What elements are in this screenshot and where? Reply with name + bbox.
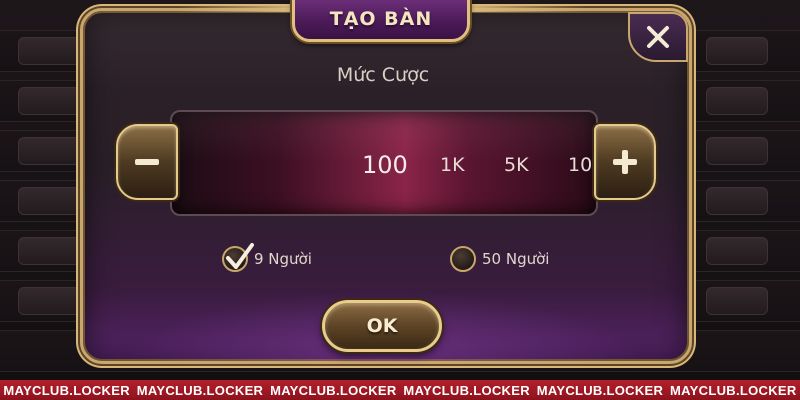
- background-chip: [18, 287, 80, 315]
- background-chip: [706, 237, 768, 265]
- player-option-label: 50 Người: [482, 250, 550, 268]
- title-wing-left: [178, 6, 298, 12]
- watermark-text: MAYCLUB.LOCKER: [3, 382, 130, 398]
- watermark-text: MAYCLUB.LOCKER: [403, 382, 530, 398]
- minus-icon: [135, 159, 159, 165]
- background-chip: [706, 137, 768, 165]
- background-chip: [706, 287, 768, 315]
- background-chip: [18, 137, 80, 165]
- title-wing-right: [466, 6, 586, 12]
- decrease-bet-button[interactable]: [116, 124, 178, 200]
- dialog-title-plaque: TẠO BÀN: [292, 0, 470, 42]
- background-chip: [18, 87, 80, 115]
- background-chip: [706, 87, 768, 115]
- background-chip: [18, 187, 80, 215]
- player-option-50[interactable]: 50 Người: [450, 244, 549, 274]
- player-option-label: 9 Người: [254, 250, 312, 268]
- bet-option[interactable]: 5K: [504, 112, 529, 214]
- background-chip: [706, 37, 768, 65]
- dialog-title: TẠO BÀN: [329, 8, 433, 30]
- close-icon: [647, 26, 669, 48]
- background-chip: [18, 237, 80, 265]
- radio-button-checked[interactable]: [222, 243, 254, 272]
- bet-amount-selector[interactable]: 100 1K 5K 10K: [170, 110, 598, 216]
- watermark-text: MAYCLUB.LOCKER: [270, 382, 397, 398]
- plus-icon: [613, 150, 637, 174]
- check-icon: [226, 243, 254, 269]
- watermark-text: MAYCLUB.LOCKER: [136, 382, 264, 398]
- ok-button[interactable]: OK: [322, 300, 442, 352]
- bet-option-selected[interactable]: 100: [362, 112, 408, 214]
- background-chip: [706, 187, 768, 215]
- watermark-banner: MAYCLUB.LOCKER MAYCLUB.LOCKER MAYCLUB.LO…: [0, 380, 800, 400]
- bet-option[interactable]: 1K: [440, 112, 465, 214]
- radio-button-unchecked[interactable]: [450, 246, 476, 272]
- watermark-text: MAYCLUB.LOCKER: [670, 382, 797, 398]
- bet-section-label: Mức Cược: [336, 64, 430, 86]
- background-chip: [18, 37, 80, 65]
- ok-button-label: OK: [366, 315, 398, 337]
- close-button[interactable]: [628, 12, 688, 62]
- watermark-text: MAYCLUB.LOCKER: [536, 382, 664, 398]
- player-option-9[interactable]: 9 Người: [222, 243, 312, 274]
- increase-bet-button[interactable]: [594, 124, 656, 200]
